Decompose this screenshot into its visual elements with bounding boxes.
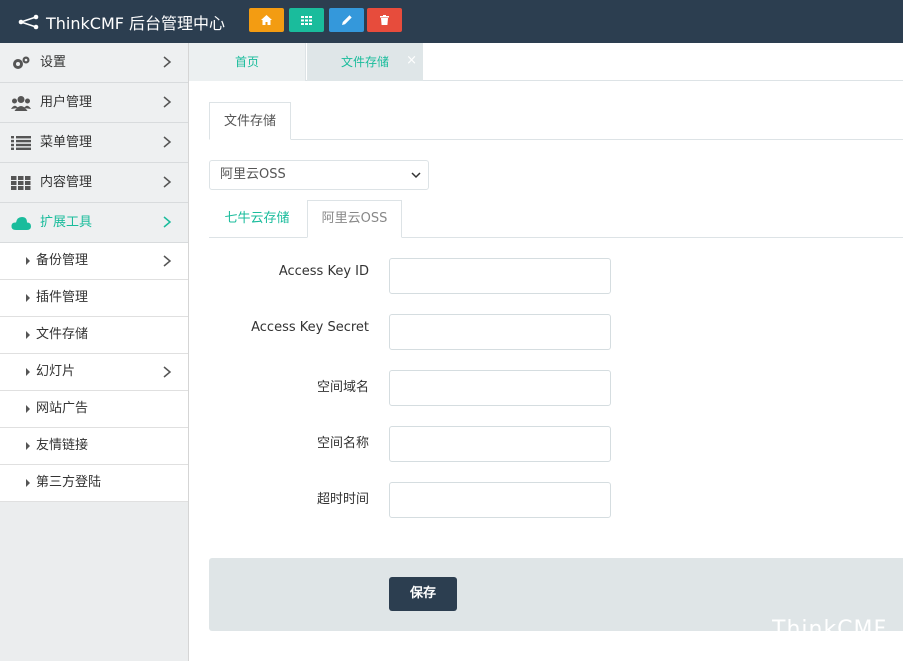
sidebar-subitem-label: 友情链接 <box>36 438 89 453</box>
chevron-right-icon <box>163 56 172 68</box>
sidebar-item-menus[interactable]: 菜单管理 <box>0 123 188 163</box>
caret-right-icon <box>26 368 30 376</box>
sidebar-subitem-label: 幻灯片 <box>36 364 76 379</box>
chevron-down-icon <box>411 172 421 179</box>
sidebar-subitem-plugins[interactable]: 插件管理 <box>0 280 188 317</box>
bucket-name-input[interactable] <box>389 426 611 462</box>
pencil-icon <box>341 15 352 25</box>
access-key-id-input[interactable] <box>389 258 611 294</box>
sidebar-item-extensions[interactable]: 扩展工具 <box>0 203 188 243</box>
tab-qiniu[interactable]: 七牛云存储 <box>209 200 305 238</box>
storage-type-select[interactable]: 阿里云OSS <box>209 160 429 190</box>
page-tabs: 首页 文件存储 × <box>189 43 903 81</box>
bucket-name-label: 空间名称 <box>316 436 369 451</box>
sidebar-subitem-label: 文件存储 <box>36 327 89 342</box>
sidebar-item-settings[interactable]: 设置 <box>0 43 188 83</box>
tab-label: 文件存储 <box>340 55 389 69</box>
watermark: ThinkCMF <box>772 617 888 642</box>
chevron-right-icon <box>163 366 172 378</box>
domain-input[interactable] <box>389 370 611 406</box>
chevron-right-icon <box>163 176 172 188</box>
tab-aliyun-oss[interactable]: 阿里云OSS <box>307 200 402 238</box>
storage-type-value: 阿里云OSS <box>220 167 286 182</box>
access-key-id-label: Access Key ID <box>278 264 369 279</box>
grid-icon <box>11 174 31 192</box>
users-icon <box>11 94 31 112</box>
edit-button[interactable] <box>329 8 364 32</box>
sidebar-subitem-label: 第三方登陆 <box>36 475 102 490</box>
sidebar-item-label: 内容管理 <box>40 175 93 190</box>
sidebar-item-label: 用户管理 <box>40 95 93 110</box>
gears-icon <box>11 54 31 72</box>
tab-home[interactable]: 首页 <box>189 43 306 81</box>
timeout-label: 超时时间 <box>316 492 369 507</box>
tab-file-storage[interactable]: 文件存储 × <box>307 43 423 81</box>
sidebar-subitem-ads[interactable]: 网站广告 <box>0 391 188 428</box>
caret-right-icon <box>26 405 30 413</box>
caret-right-icon <box>26 257 30 265</box>
caret-right-icon <box>26 294 30 302</box>
access-key-secret-input[interactable] <box>389 314 611 350</box>
sidebar-item-users[interactable]: 用户管理 <box>0 83 188 123</box>
grid-button[interactable] <box>289 8 324 32</box>
chevron-right-icon <box>163 136 172 148</box>
sidebar: 设置 用户管理 菜单管理 内容管理 扩展工具 备份管理 插件管理 文件存储 幻灯… <box>0 43 189 661</box>
sidebar-subitem-label: 网站广告 <box>36 401 89 416</box>
sidebar-subitem-label: 插件管理 <box>36 290 89 305</box>
sidebar-item-content[interactable]: 内容管理 <box>0 163 188 203</box>
close-icon[interactable]: × <box>406 43 417 79</box>
sidebar-subitem-backup[interactable]: 备份管理 <box>0 243 188 280</box>
brand[interactable]: ThinkCMF 后台管理中心 <box>18 0 225 43</box>
section-tab-divider <box>209 139 903 140</box>
caret-right-icon <box>26 479 30 487</box>
app-title: ThinkCMF 后台管理中心 <box>46 13 226 33</box>
sidebar-subitem-slides[interactable]: 幻灯片 <box>0 354 188 391</box>
list-icon <box>11 134 31 152</box>
sidebar-item-label: 菜单管理 <box>40 135 93 150</box>
trash-icon <box>380 15 389 25</box>
caret-right-icon <box>26 331 30 339</box>
timeout-input[interactable] <box>389 482 611 518</box>
sidebar-subitem-links[interactable]: 友情链接 <box>0 428 188 465</box>
chevron-right-icon <box>163 216 172 228</box>
access-key-secret-label: Access Key Secret <box>251 320 369 335</box>
section-tab-file-storage[interactable]: 文件存储 <box>209 102 291 140</box>
share-icon <box>18 14 39 29</box>
top-navbar: ThinkCMF 后台管理中心 <box>0 0 903 43</box>
home-icon <box>261 15 272 25</box>
sidebar-item-label: 设置 <box>40 55 67 70</box>
chevron-right-icon <box>163 255 172 267</box>
sidebar-subitem-third-party-login[interactable]: 第三方登陆 <box>0 465 188 502</box>
caret-right-icon <box>26 442 30 450</box>
sidebar-item-label: 扩展工具 <box>40 215 93 230</box>
delete-button[interactable] <box>367 8 402 32</box>
chevron-right-icon <box>163 96 172 108</box>
sidebar-subitem-label: 备份管理 <box>36 253 89 268</box>
cloud-icon <box>11 214 31 232</box>
home-button[interactable] <box>249 8 284 32</box>
sidebar-submenu: 备份管理 插件管理 文件存储 幻灯片 网站广告 友情链接 第三方登陆 <box>0 243 188 502</box>
grid-icon <box>301 15 312 25</box>
domain-label: 空间域名 <box>316 380 369 395</box>
sidebar-subitem-file-storage[interactable]: 文件存储 <box>0 317 188 354</box>
save-button[interactable]: 保存 <box>389 577 457 611</box>
